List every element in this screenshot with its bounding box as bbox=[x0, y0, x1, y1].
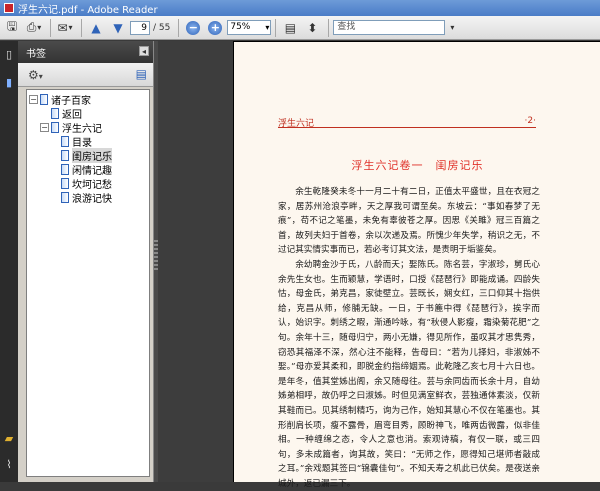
print-icon[interactable]: ⎙ bbox=[24, 18, 44, 38]
bookmark-label: 目录 bbox=[72, 137, 92, 149]
bookmark-icon bbox=[51, 121, 59, 133]
bookmarks-toolbar: ⚙ ▤ bbox=[18, 63, 153, 87]
bookmarks-panel: 书签 ◂ ⚙ ▤ − 诸子百家 返回 − 浮生六记 目录 闺房记乐 bbox=[18, 41, 154, 482]
chapter-title: 浮生六记卷一 闺房记乐 bbox=[351, 159, 484, 172]
running-head-title: 浮生六记 bbox=[278, 119, 315, 129]
paragraph: 余幼聘金沙于氏，八龄而夭；娶陈氏。陈名芸，字淑珍，舅氏心余先生女也。生而颖慧，学… bbox=[278, 259, 540, 489]
bookmark-item[interactable]: 返回 bbox=[27, 106, 149, 121]
toolbar-divider bbox=[178, 18, 180, 37]
window-title: 浮生六记.pdf - Adobe Reader bbox=[18, 4, 158, 16]
toolbar-divider bbox=[275, 18, 277, 37]
bookmark-item[interactable]: 坎坷记愁 bbox=[27, 176, 149, 191]
bookmarks-tree: − 诸子百家 返回 − 浮生六记 目录 闺房记乐 闲情记趣 坎坷记愁 浪游记快 bbox=[26, 89, 150, 477]
page-number-input[interactable]: 9 bbox=[130, 20, 150, 35]
close-panel-button[interactable]: ◂ bbox=[139, 46, 149, 56]
page-number-label: ·2· bbox=[524, 116, 536, 126]
document-view[interactable]: 浮生六记 ·2· 浮生六记卷一 闺房记乐 余生乾隆癸未冬十一月二十有二日，正值太… bbox=[158, 41, 600, 489]
bookmark-item[interactable]: 闺房记乐 bbox=[27, 147, 149, 163]
zoom-level-select[interactable]: 75% bbox=[227, 20, 272, 35]
bookmark-label: 坎坷记愁 bbox=[72, 179, 112, 191]
bookmarks-icon[interactable]: ▮ bbox=[3, 77, 15, 89]
new-bookmark-icon[interactable]: ▤ bbox=[136, 67, 147, 81]
pdf-page: 浮生六记 ·2· 浮生六记卷一 闺房记乐 余生乾隆癸未冬十一月二十有二日，正值太… bbox=[233, 41, 600, 489]
toolbar-divider bbox=[328, 18, 330, 37]
running-header: 浮生六记 ·2· bbox=[278, 116, 536, 129]
fit-width-icon[interactable]: ⬍ bbox=[302, 18, 322, 38]
save-icon[interactable]: 🖫 bbox=[2, 18, 22, 38]
collapse-icon[interactable]: − bbox=[40, 122, 49, 132]
bookmark-label: 浪游记快 bbox=[72, 193, 112, 205]
main-toolbar: 🖫 ⎙ ✉ ▲ ▼ 9 / 55 − + 75% ▤ ⬍ 查找 bbox=[0, 16, 600, 40]
bookmark-item[interactable]: 闲情记趣 bbox=[27, 162, 149, 177]
next-page-button[interactable]: ▼ bbox=[108, 18, 128, 38]
bookmark-label: 闺房记乐 bbox=[72, 147, 112, 163]
bookmark-item[interactable]: 目录 bbox=[27, 134, 149, 149]
bookmark-icon bbox=[61, 135, 69, 147]
bookmarks-header: 书签 bbox=[18, 41, 153, 63]
bookmark-label: 浮生六记 bbox=[62, 123, 102, 135]
bookmark-label: 闲情记趣 bbox=[72, 165, 112, 177]
navigation-pane-strip: ▯ ▮ ▰ ⌇ bbox=[0, 41, 18, 482]
toolbar-divider bbox=[81, 18, 82, 37]
toolbar-divider bbox=[50, 18, 51, 37]
bookmark-label: 返回 bbox=[62, 109, 82, 121]
comments-icon[interactable]: ▰ bbox=[3, 433, 15, 445]
adobe-reader-icon bbox=[4, 3, 14, 13]
collapse-icon[interactable]: − bbox=[29, 94, 38, 104]
bookmarks-title: 书签 bbox=[26, 48, 46, 60]
bookmark-icon bbox=[51, 107, 59, 119]
zoom-in-button[interactable]: + bbox=[205, 18, 225, 38]
bookmark-item[interactable]: 浪游记快 bbox=[27, 190, 149, 205]
pages-icon[interactable]: ▯ bbox=[3, 49, 15, 61]
title-bar: 浮生六记.pdf - Adobe Reader bbox=[0, 0, 600, 16]
bookmark-icon bbox=[61, 177, 69, 189]
bookmark-item[interactable]: − 诸子百家 bbox=[27, 92, 149, 107]
previous-page-button[interactable]: ▲ bbox=[86, 18, 106, 38]
paragraph: 余生乾隆癸未冬十一月二十有二日，正值太平盛世，且在衣冠之家，居苏州沧浪亭畔，天之… bbox=[278, 187, 540, 256]
bookmark-label: 诸子百家 bbox=[51, 95, 91, 107]
bookmark-icon bbox=[40, 93, 48, 105]
bookmark-icon bbox=[61, 191, 69, 203]
bookmark-icon bbox=[61, 163, 69, 175]
email-icon[interactable]: ✉ bbox=[55, 18, 75, 38]
bookmark-item[interactable]: − 浮生六记 bbox=[27, 120, 149, 135]
body-text: 余生乾隆癸未冬十一月二十有二日，正值太平盛世，且在衣冠之家，居苏州沧浪亭畔，天之… bbox=[278, 185, 540, 491]
page-total: / 55 bbox=[153, 22, 171, 33]
zoom-in-icon: + bbox=[208, 20, 223, 35]
search-input[interactable]: 查找 bbox=[333, 20, 454, 35]
bookmark-icon bbox=[61, 149, 69, 161]
options-gear-icon[interactable]: ⚙ bbox=[28, 68, 43, 82]
attachments-icon[interactable]: ⌇ bbox=[3, 459, 15, 471]
zoom-out-icon: − bbox=[186, 20, 201, 35]
fit-page-icon[interactable]: ▤ bbox=[280, 18, 300, 38]
zoom-out-button[interactable]: − bbox=[183, 18, 203, 38]
